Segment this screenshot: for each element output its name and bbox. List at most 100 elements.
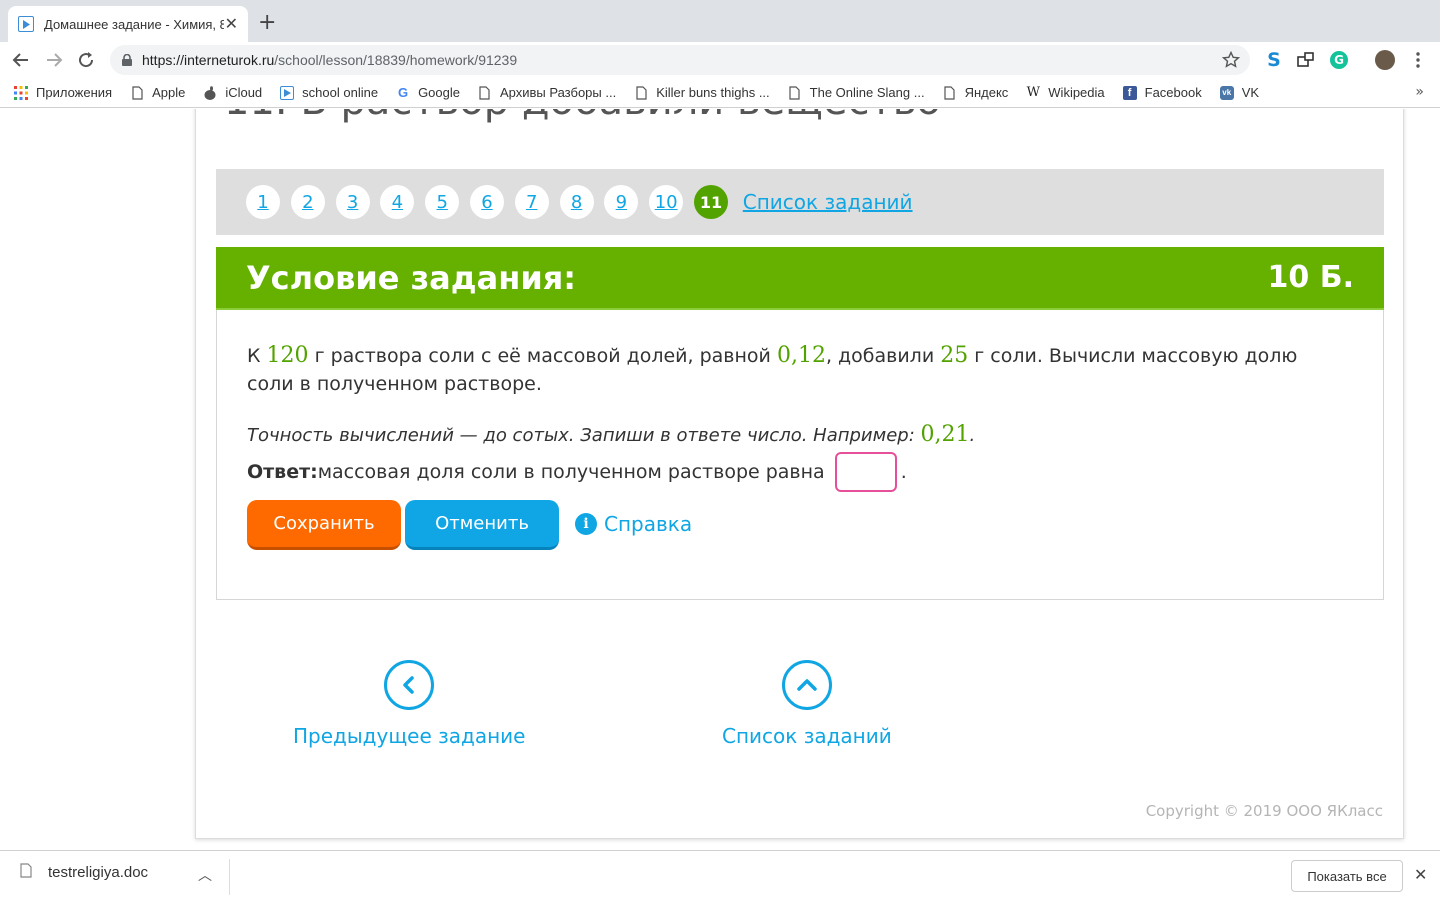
file-icon <box>20 863 32 882</box>
new-tab-button[interactable]: + <box>258 12 276 34</box>
bookmark-online-slang[interactable]: The Online Slang ... <box>788 85 925 100</box>
help-label: Справка <box>604 512 693 536</box>
task-number-link[interactable]: 3 <box>335 185 370 219</box>
bookmark-google[interactable]: G Google <box>396 85 460 100</box>
bookmark-yandex[interactable]: Яндекс <box>943 85 1009 100</box>
page-icon <box>130 85 144 100</box>
task-list-link[interactable]: Список заданий <box>743 190 913 214</box>
skype-extension-icon[interactable]: S <box>1264 49 1284 71</box>
bookmark-apple[interactable]: Apple <box>130 85 185 100</box>
task-number-link[interactable]: 2 <box>290 185 325 219</box>
lesson-title: 11. В раствор добавили вещество <box>224 109 941 124</box>
bookmark-icloud[interactable]: iCloud <box>203 85 262 100</box>
answer-text: массовая доля соли в полученном растворе… <box>317 461 825 483</box>
task-number-link[interactable]: 10 <box>649 185 684 219</box>
chevron-double-right-icon[interactable]: » <box>1415 84 1424 100</box>
number-highlight: 0,12 <box>776 343 826 368</box>
task-number-nav: 1 2 3 4 5 6 7 8 9 10 11 Список заданий <box>216 169 1384 235</box>
lock-icon <box>122 51 132 70</box>
cancel-button[interactable]: Отменить <box>405 500 559 550</box>
browser-toolbar: https://interneturok.ru/school/lesson/18… <box>0 42 1440 78</box>
close-icon[interactable]: ✕ <box>1414 865 1427 884</box>
bookmark-killer-buns[interactable]: Killer buns thighs ... <box>634 85 770 100</box>
bookmark-wikipedia[interactable]: W Wikipedia <box>1026 85 1105 100</box>
help-link[interactable]: i Справка <box>575 512 692 536</box>
answer-label: Ответ: <box>247 461 318 483</box>
task-list-label: Список заданий <box>722 724 892 748</box>
bookmark-label: Google <box>418 85 460 100</box>
condition-body: К 120 г раствора соли с её массовой доле… <box>216 310 1384 600</box>
show-all-downloads-button[interactable]: Показать все <box>1291 860 1403 892</box>
bookmark-label: Wikipedia <box>1048 85 1105 100</box>
precision-hint: Точность вычислений — до сотых. Запиши в… <box>247 422 976 447</box>
tab-strip: Домашнее задание - Химия, 8 ✕ + <box>0 0 1440 42</box>
back-arrow-icon[interactable] <box>10 49 32 71</box>
answer-row: Ответ: массовая доля соли в полученном р… <box>247 452 907 492</box>
bookmark-label: Killer buns thighs ... <box>656 85 770 100</box>
bookmark-label: Приложения <box>36 85 113 100</box>
answer-input[interactable] <box>834 452 897 492</box>
bookmark-school-online[interactable]: school online <box>280 85 378 100</box>
address-bar[interactable]: https://interneturok.ru/school/lesson/18… <box>110 45 1250 75</box>
url-text: https://interneturok.ru/school/lesson/18… <box>142 52 518 68</box>
task-number-link[interactable]: 5 <box>425 185 460 219</box>
save-button[interactable]: Сохранить <box>247 500 401 550</box>
chevron-up-icon <box>781 660 832 710</box>
facebook-icon: f <box>1122 85 1137 100</box>
example-number: 0,21 <box>920 422 970 447</box>
task-number-link[interactable]: 9 <box>604 185 639 219</box>
page-icon <box>943 85 957 100</box>
vk-icon: vk <box>1219 85 1234 100</box>
bookmark-label: The Online Slang ... <box>809 85 925 100</box>
apps-grid-icon <box>14 85 28 100</box>
grammarly-icon[interactable]: G <box>1329 50 1349 70</box>
previous-task-link[interactable]: Предыдущее задание <box>293 660 525 748</box>
previous-task-label: Предыдущее задание <box>293 724 526 748</box>
task-number-current[interactable]: 11 <box>693 185 728 219</box>
condition-title: Условие задания: <box>246 258 577 297</box>
copyright-text: Copyright © 2019 ООО ЯКласс <box>1145 802 1383 820</box>
tab-title: Домашнее задание - Химия, 8 <box>44 16 224 32</box>
task-number-link[interactable]: 4 <box>380 185 415 219</box>
task-number-link[interactable]: 6 <box>469 185 504 219</box>
chevron-up-icon[interactable]: ︿ <box>198 865 212 885</box>
bookmark-facebook[interactable]: f Facebook <box>1122 85 1202 100</box>
lesson-card: 11. В раствор добавили вещество 1 2 3 4 … <box>195 109 1404 839</box>
extension-puzzle-icon[interactable] <box>1296 50 1316 70</box>
task-number-link[interactable]: 7 <box>514 185 549 219</box>
apple-icon <box>203 85 217 100</box>
profile-avatar[interactable] <box>1375 50 1395 70</box>
bookmarks-bar: Приложения Apple iCloud school online G … <box>0 78 1440 108</box>
task-points: 10 Б. <box>1267 260 1354 295</box>
menu-dots-icon[interactable] <box>1408 50 1428 70</box>
browser-tab[interactable]: Домашнее задание - Химия, 8 ✕ <box>8 6 248 42</box>
bookmark-archives[interactable]: Архивы Разборы ... <box>478 85 616 100</box>
bookmark-label: school online <box>302 85 379 100</box>
divider <box>229 859 230 895</box>
page-icon <box>634 85 648 100</box>
forward-arrow-icon[interactable] <box>43 49 65 71</box>
task-statement: К 120 г раствора соли с её массовой доле… <box>247 343 1298 395</box>
bookmark-apps[interactable]: Приложения <box>14 85 112 100</box>
task-number-link[interactable]: 1 <box>246 185 280 219</box>
play-icon <box>280 85 295 100</box>
wikipedia-icon: W <box>1026 85 1040 100</box>
bookmark-star-icon[interactable] <box>1221 50 1241 73</box>
bookmark-label: Яндекс <box>964 85 1009 100</box>
bookmark-vk[interactable]: vk VK <box>1219 85 1260 100</box>
condition-header: Условие задания: 10 Б. <box>216 247 1384 310</box>
bookmark-label: Apple <box>152 85 186 100</box>
bookmark-label: Архивы Разборы ... <box>499 85 617 100</box>
download-item[interactable]: testreligiya.doc <box>20 863 148 882</box>
task-number-link[interactable]: 8 <box>559 185 594 219</box>
reload-icon[interactable] <box>75 49 97 71</box>
page-viewport: 11. В раствор добавили вещество 1 2 3 4 … <box>0 109 1440 850</box>
bookmark-label: VK <box>1241 85 1260 100</box>
answer-dot: . <box>900 461 907 483</box>
close-icon[interactable]: ✕ <box>225 16 238 32</box>
chevron-left-icon <box>384 660 435 710</box>
number-highlight: 120 <box>266 343 309 368</box>
task-list-bottom-link[interactable]: Список заданий <box>722 660 892 748</box>
play-icon <box>18 16 34 32</box>
bookmark-label: iCloud <box>225 85 263 100</box>
